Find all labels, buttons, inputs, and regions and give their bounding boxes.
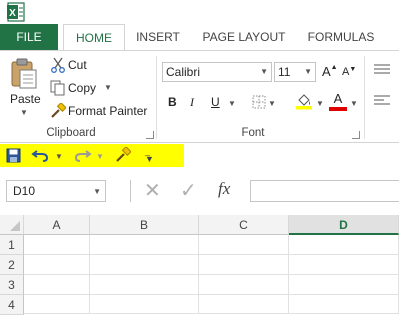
cell-c4[interactable] [199,295,289,314]
paste-dropdown-icon[interactable]: ▼ [20,108,28,117]
cell-a1[interactable] [24,235,90,255]
copy-dropdown-icon[interactable]: ▼ [104,83,112,92]
svg-text:X: X [9,8,16,19]
fill-color-dropdown-icon[interactable]: ▼ [316,99,324,108]
tab-page-layout[interactable]: PAGE LAYOUT [196,24,292,50]
font-group-label: Font [241,127,265,139]
undo-icon[interactable] [31,148,49,162]
bold-button[interactable]: B [168,95,177,109]
column-header-c[interactable]: C [199,215,289,235]
customize-qat-icon[interactable]: _ ▼ [145,147,154,164]
row-header-3[interactable]: 3 [0,275,24,295]
tab-formulas[interactable]: FORMULAS [300,24,382,50]
select-all-corner[interactable] [0,215,24,235]
cell-a3[interactable] [24,275,90,295]
redo-dropdown-icon[interactable]: ▼ [96,152,104,161]
cell-a2[interactable] [24,255,90,275]
cell-c3[interactable] [199,275,289,295]
cell-b4[interactable] [90,295,199,314]
fill-color-icon[interactable] [295,92,313,110]
copy-button[interactable]: Copy ▼ [48,79,116,97]
redo-icon[interactable] [74,148,92,162]
cell-c2[interactable] [199,255,289,275]
cell-b3[interactable] [90,275,199,295]
font-launcher-icon[interactable] [352,131,360,139]
borders-dropdown-icon[interactable]: ▼ [268,99,276,108]
save-icon[interactable] [6,148,21,163]
top-align-icon[interactable] [372,63,392,77]
underline-dropdown-icon[interactable]: ▼ [228,99,236,108]
chevron-down-icon[interactable]: ▼ [260,63,268,81]
tab-file[interactable]: FILE [0,24,58,50]
chevron-down-icon[interactable]: ▼ [304,63,312,81]
cell-d2[interactable] [289,255,399,275]
align-left-icon[interactable] [372,94,392,108]
check-icon[interactable]: ✓ [180,178,197,203]
font-color-button[interactable]: A [330,91,346,106]
format-painter-label: Format Painter [68,104,148,118]
cancel-icon[interactable]: ✕ [144,178,161,203]
tab-insert[interactable]: INSERT [131,24,185,50]
column-header-b[interactable]: B [90,215,199,235]
tab-home[interactable]: HOME [63,24,125,51]
quick-access-toolbar [0,144,184,167]
paste-button[interactable]: Paste ▼ [4,56,44,120]
cell-d1[interactable] [289,235,399,255]
scissors-icon [51,57,65,73]
font-color-dropdown-icon[interactable]: ▼ [350,99,358,108]
cell-d4[interactable] [289,295,399,314]
italic-button[interactable]: I [190,95,194,110]
paste-label: Paste [10,92,41,106]
font-color-swatch [329,107,347,111]
column-header-d[interactable]: D [289,215,399,235]
undo-dropdown-icon[interactable]: ▼ [55,152,63,161]
font-size-value: 11 [278,65,291,79]
copy-label: Copy [68,81,97,95]
cell-d3[interactable] [289,275,399,295]
cut-label: Cut [68,58,87,72]
title-bar [0,0,399,24]
cell-c1[interactable] [199,235,289,255]
cell-b2[interactable] [90,255,199,275]
name-box-value: D10 [13,184,36,198]
formula-input[interactable] [250,180,399,202]
name-box[interactable]: D10 ▼ [6,180,106,202]
chevron-down-icon[interactable]: ▼ [93,182,101,202]
format-painter-button[interactable]: Format Painter [48,102,148,120]
clipboard-icon [11,58,37,89]
paintbrush-icon [51,103,66,118]
group-divider [364,56,365,139]
insert-function-icon[interactable]: fx [218,179,230,199]
cut-button[interactable]: Cut [48,56,108,74]
font-size-combo[interactable]: 11 ▼ [274,62,316,82]
cell-b1[interactable] [90,235,199,255]
group-divider [156,56,157,139]
cell-a4[interactable] [24,295,90,314]
decrease-font-size-button[interactable]: A▼ [342,66,358,82]
paintbrush-icon[interactable] [115,147,131,163]
borders-icon[interactable] [252,95,266,109]
font-name-value: Calibri [166,65,201,79]
font-name-combo[interactable]: Calibri ▼ [162,62,272,82]
row-header-2[interactable]: 2 [0,255,24,275]
copy-icon [50,80,65,96]
column-header-a[interactable]: A [24,215,90,235]
row-header-4[interactable]: 4 [0,295,24,315]
increase-font-size-button[interactable]: A▲ [322,64,338,80]
clipboard-launcher-icon[interactable] [146,131,154,139]
underline-button[interactable]: U [211,95,220,109]
excel-logo-icon[interactable]: X [6,2,26,22]
select-all-triangle-icon [10,221,20,231]
row-header-1[interactable]: 1 [0,235,24,255]
clipboard-group-label: Clipboard [46,127,96,139]
divider [130,180,131,202]
